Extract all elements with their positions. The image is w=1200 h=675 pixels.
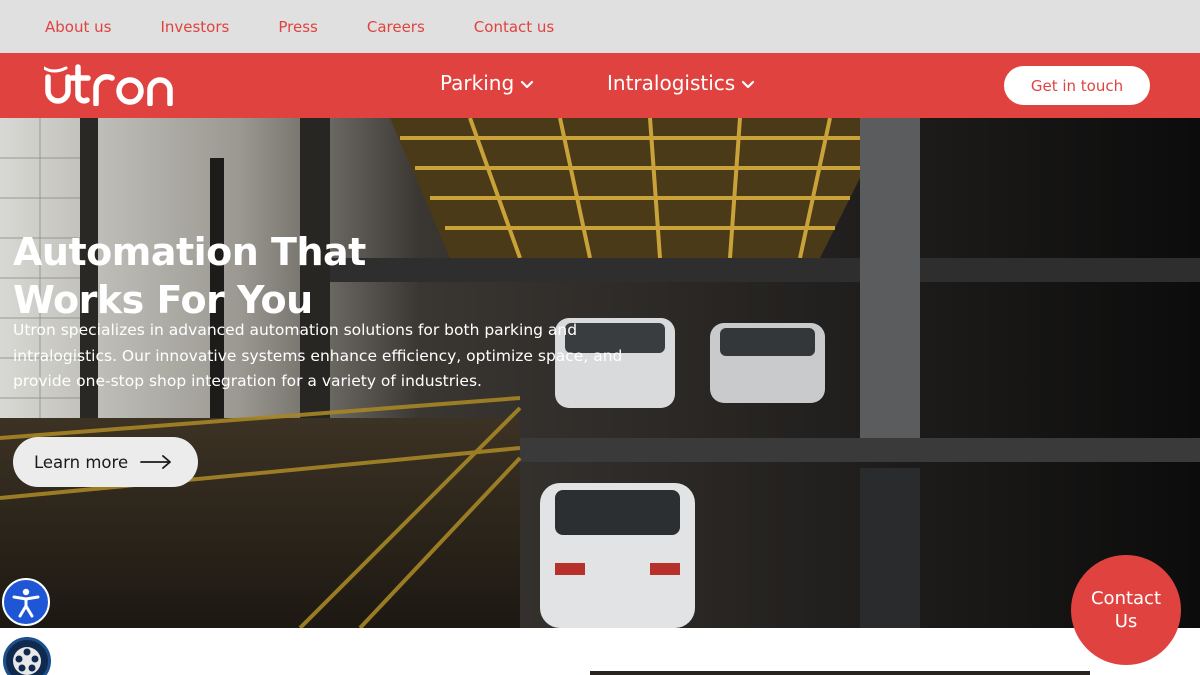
chevron-down-icon: [521, 80, 534, 89]
utron-logo-mark: [42, 64, 173, 107]
utron-logo[interactable]: [42, 64, 190, 107]
nav-intralogistics-label: Intralogistics: [607, 71, 736, 95]
accessibility-icon: [12, 588, 40, 618]
util-link-contact[interactable]: Contact us: [474, 18, 554, 36]
learn-more-button[interactable]: Learn more: [13, 437, 198, 487]
hero-section: Automation That Works For You Utron spec…: [0, 118, 1200, 628]
contact-float-line-2: Us: [1114, 611, 1138, 632]
util-link-press[interactable]: Press: [278, 18, 317, 36]
get-in-touch-button[interactable]: Get in touch: [1004, 66, 1150, 105]
util-link-about[interactable]: About us: [45, 18, 111, 36]
hero-description: Utron specializes in advanced automation…: [13, 321, 623, 390]
main-nav: Parking Intralogistics Get in touch: [0, 53, 1200, 118]
nav-parking-label: Parking: [440, 71, 515, 95]
hero-title-line-2: Works For You: [13, 278, 313, 322]
arrow-right-icon: [140, 455, 172, 469]
hero-title-line-1: Automation That: [13, 230, 366, 274]
hero-title: Automation That Works For You: [13, 228, 473, 324]
nav-parking[interactable]: Parking: [440, 71, 534, 95]
accessibility-button[interactable]: [2, 578, 50, 626]
contact-us-float-button[interactable]: Contact Us: [1071, 555, 1181, 665]
nav-intralogistics[interactable]: Intralogistics: [607, 71, 755, 95]
film-reel-graphic: [13, 647, 41, 675]
util-link-investors[interactable]: Investors: [160, 18, 229, 36]
utility-bar: About us Investors Press Careers Contact…: [0, 0, 1200, 53]
util-link-careers[interactable]: Careers: [367, 18, 425, 36]
chevron-down-icon: [742, 80, 755, 89]
film-reel-icon[interactable]: [3, 637, 51, 675]
contact-float-line-1: Contact: [1090, 588, 1162, 609]
next-section-preview: [590, 671, 1090, 675]
learn-more-label: Learn more: [34, 452, 129, 472]
